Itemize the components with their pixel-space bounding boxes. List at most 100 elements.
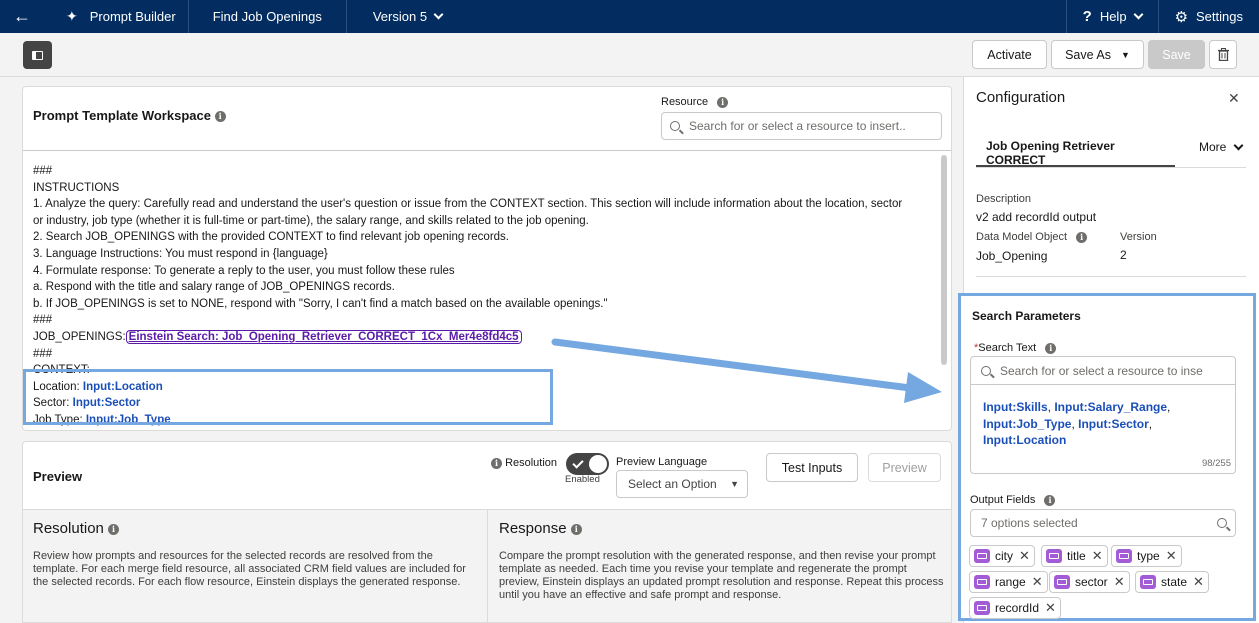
- resource-search-input[interactable]: Search for or select a resource to inser…: [661, 112, 942, 140]
- preview-button[interactable]: Preview: [868, 453, 941, 482]
- sector-label: Sector:: [33, 397, 70, 410]
- location-merge-field[interactable]: Input:Location: [83, 381, 163, 393]
- search-parameters-section: Search Parameters *Search Text i Search …: [958, 293, 1256, 621]
- version-label: Version: [1120, 231, 1157, 243]
- merge-field[interactable]: Input:Job_Type: [983, 417, 1071, 431]
- help-label: Help: [1099, 9, 1127, 24]
- help-menu[interactable]: ? Help: [1065, 0, 1158, 33]
- context-label: CONTEXT:: [33, 364, 90, 377]
- field-icon: [1046, 549, 1062, 563]
- prompt-line: or industry, job type (whether it is ful…: [33, 214, 589, 227]
- editor-scrollbar[interactable]: [941, 155, 947, 365]
- dmo-value: Job_Opening: [976, 249, 1048, 263]
- merge-field[interactable]: Input:Salary_Range: [1054, 400, 1167, 414]
- version-selector[interactable]: Version 5: [347, 0, 454, 33]
- prompt-lines: ### INSTRUCTIONS 1. Analyze the query: C…: [33, 163, 933, 429]
- merge-field[interactable]: Input:Location: [983, 433, 1066, 447]
- output-fields-label-text: Output Fields: [970, 494, 1036, 506]
- tab-more[interactable]: More: [1199, 140, 1244, 154]
- search-text-value: Input:Skills, Input:Salary_Range, Input:…: [983, 400, 1171, 447]
- toggle-state-label: Enabled: [565, 474, 600, 485]
- info-icon[interactable]: i: [214, 111, 226, 123]
- panel-toggle-button[interactable]: [23, 41, 52, 69]
- caret-down-icon: ▼: [1120, 49, 1130, 60]
- search-icon: [670, 121, 680, 131]
- app-name-label: Prompt Builder: [89, 9, 176, 24]
- response-heading-text: Response: [499, 520, 567, 537]
- einstein-search-resource-link[interactable]: Einstein Search: Job_Opening_Retriever_C…: [125, 329, 522, 344]
- merge-field[interactable]: Input:Sector: [1078, 417, 1149, 431]
- remove-icon[interactable]: ✕: [1045, 600, 1056, 616]
- prompt-line: 2. Search JOB_OPENINGS with the provided…: [33, 231, 509, 244]
- chevron-down-icon: [1233, 140, 1244, 150]
- info-icon[interactable]: i: [570, 523, 582, 535]
- tab-job-opening-retriever[interactable]: Job Opening Retriever CORRECT: [976, 139, 1175, 167]
- job-openings-line: JOB_OPENINGS: Einstein Search: Job_Openin…: [33, 329, 933, 346]
- settings-menu[interactable]: ⚙ Settings: [1157, 0, 1259, 33]
- search-text-label-text: Search Text: [978, 342, 1037, 354]
- info-icon[interactable]: i: [108, 523, 120, 535]
- save-as-button[interactable]: Save As ▼: [1051, 40, 1144, 69]
- resolution-heading-text: Resolution: [33, 520, 104, 537]
- caret-down-icon: ▼: [730, 479, 739, 489]
- info-icon[interactable]: i: [717, 96, 729, 108]
- search-icon: [1217, 518, 1227, 528]
- prompt-line: b. If JOB_OPENINGS is set to NONE, respo…: [33, 297, 608, 310]
- chip-range[interactable]: range ✕: [969, 571, 1048, 593]
- jobtype-merge-field[interactable]: Input:Job_Type: [86, 414, 171, 426]
- remove-icon[interactable]: ✕: [1032, 574, 1043, 590]
- activate-button[interactable]: Activate: [972, 40, 1047, 69]
- chip-title[interactable]: title ✕: [1041, 545, 1108, 567]
- prompt-line: 4. Formulate response: To generate a rep…: [33, 264, 455, 277]
- merge-field[interactable]: Input:Skills: [983, 400, 1048, 414]
- response-description: Compare the prompt resolution with the g…: [499, 550, 944, 601]
- delete-button[interactable]: [1209, 40, 1237, 69]
- global-header: ← ✦ Prompt Builder Find Job Openings Ver…: [0, 0, 1259, 33]
- save-as-label: Save As: [1065, 47, 1111, 62]
- chevron-down-icon: [433, 9, 444, 20]
- chip-label: recordId: [995, 601, 1040, 615]
- search-text-input[interactable]: Search for or select a resource to inse: [971, 357, 1235, 385]
- preview-columns: Resolution i Review how prompts and reso…: [23, 509, 951, 622]
- save-button[interactable]: Save: [1148, 40, 1205, 69]
- close-icon[interactable]: ✕: [1228, 90, 1240, 107]
- remove-icon[interactable]: ✕: [1092, 548, 1103, 564]
- info-icon[interactable]: i: [1076, 231, 1088, 243]
- chip-sector[interactable]: sector ✕: [1049, 571, 1130, 593]
- template-name: Find Job Openings: [212, 9, 322, 24]
- search-text-field[interactable]: Search for or select a resource to inse …: [970, 356, 1236, 474]
- info-icon[interactable]: i: [1044, 494, 1056, 506]
- output-fields-combobox[interactable]: 7 options selected: [970, 509, 1236, 537]
- info-icon[interactable]: i: [491, 457, 502, 469]
- description-label: Description: [976, 193, 1032, 205]
- version-value: 2: [1120, 248, 1127, 262]
- remove-icon[interactable]: ✕: [1193, 574, 1204, 590]
- response-heading: Response i: [499, 520, 944, 537]
- chip-label: title: [1067, 549, 1086, 563]
- prompt-editor[interactable]: ### INSTRUCTIONS 1. Analyze the query: C…: [23, 150, 951, 431]
- preview-language-select[interactable]: Select an Option ▼: [616, 470, 748, 498]
- field-icon: [974, 549, 990, 563]
- chip-recordid[interactable]: recordId ✕: [969, 597, 1061, 619]
- chip-state[interactable]: state ✕: [1135, 571, 1209, 593]
- remove-icon[interactable]: ✕: [1166, 548, 1177, 564]
- preview-language-label: Preview Language: [616, 456, 708, 468]
- remove-icon[interactable]: ✕: [1019, 548, 1030, 564]
- toggle-knob: [589, 455, 607, 473]
- remove-icon[interactable]: ✕: [1114, 574, 1125, 590]
- toolbar: Activate Save As ▼ Save: [0, 33, 1259, 77]
- info-icon[interactable]: i: [1045, 342, 1057, 354]
- chip-type[interactable]: type ✕: [1111, 545, 1182, 567]
- sector-merge-field[interactable]: Input:Sector: [73, 397, 141, 409]
- sector-line: Sector: Input:Sector: [33, 395, 933, 412]
- prompt-line: 3. Language Instructions: You must respo…: [33, 247, 328, 260]
- test-inputs-button[interactable]: Test Inputs: [766, 453, 858, 482]
- resolution-toggle[interactable]: [566, 453, 609, 475]
- resource-label-text: Resource: [661, 96, 709, 108]
- chip-label: range: [995, 575, 1026, 589]
- gear-icon: ⚙: [1174, 8, 1189, 26]
- chip-city[interactable]: city ✕: [969, 545, 1035, 567]
- search-parameters-title: Search Parameters: [972, 309, 1081, 323]
- back-arrow-icon[interactable]: ←: [0, 0, 44, 33]
- search-icon: [981, 365, 991, 376]
